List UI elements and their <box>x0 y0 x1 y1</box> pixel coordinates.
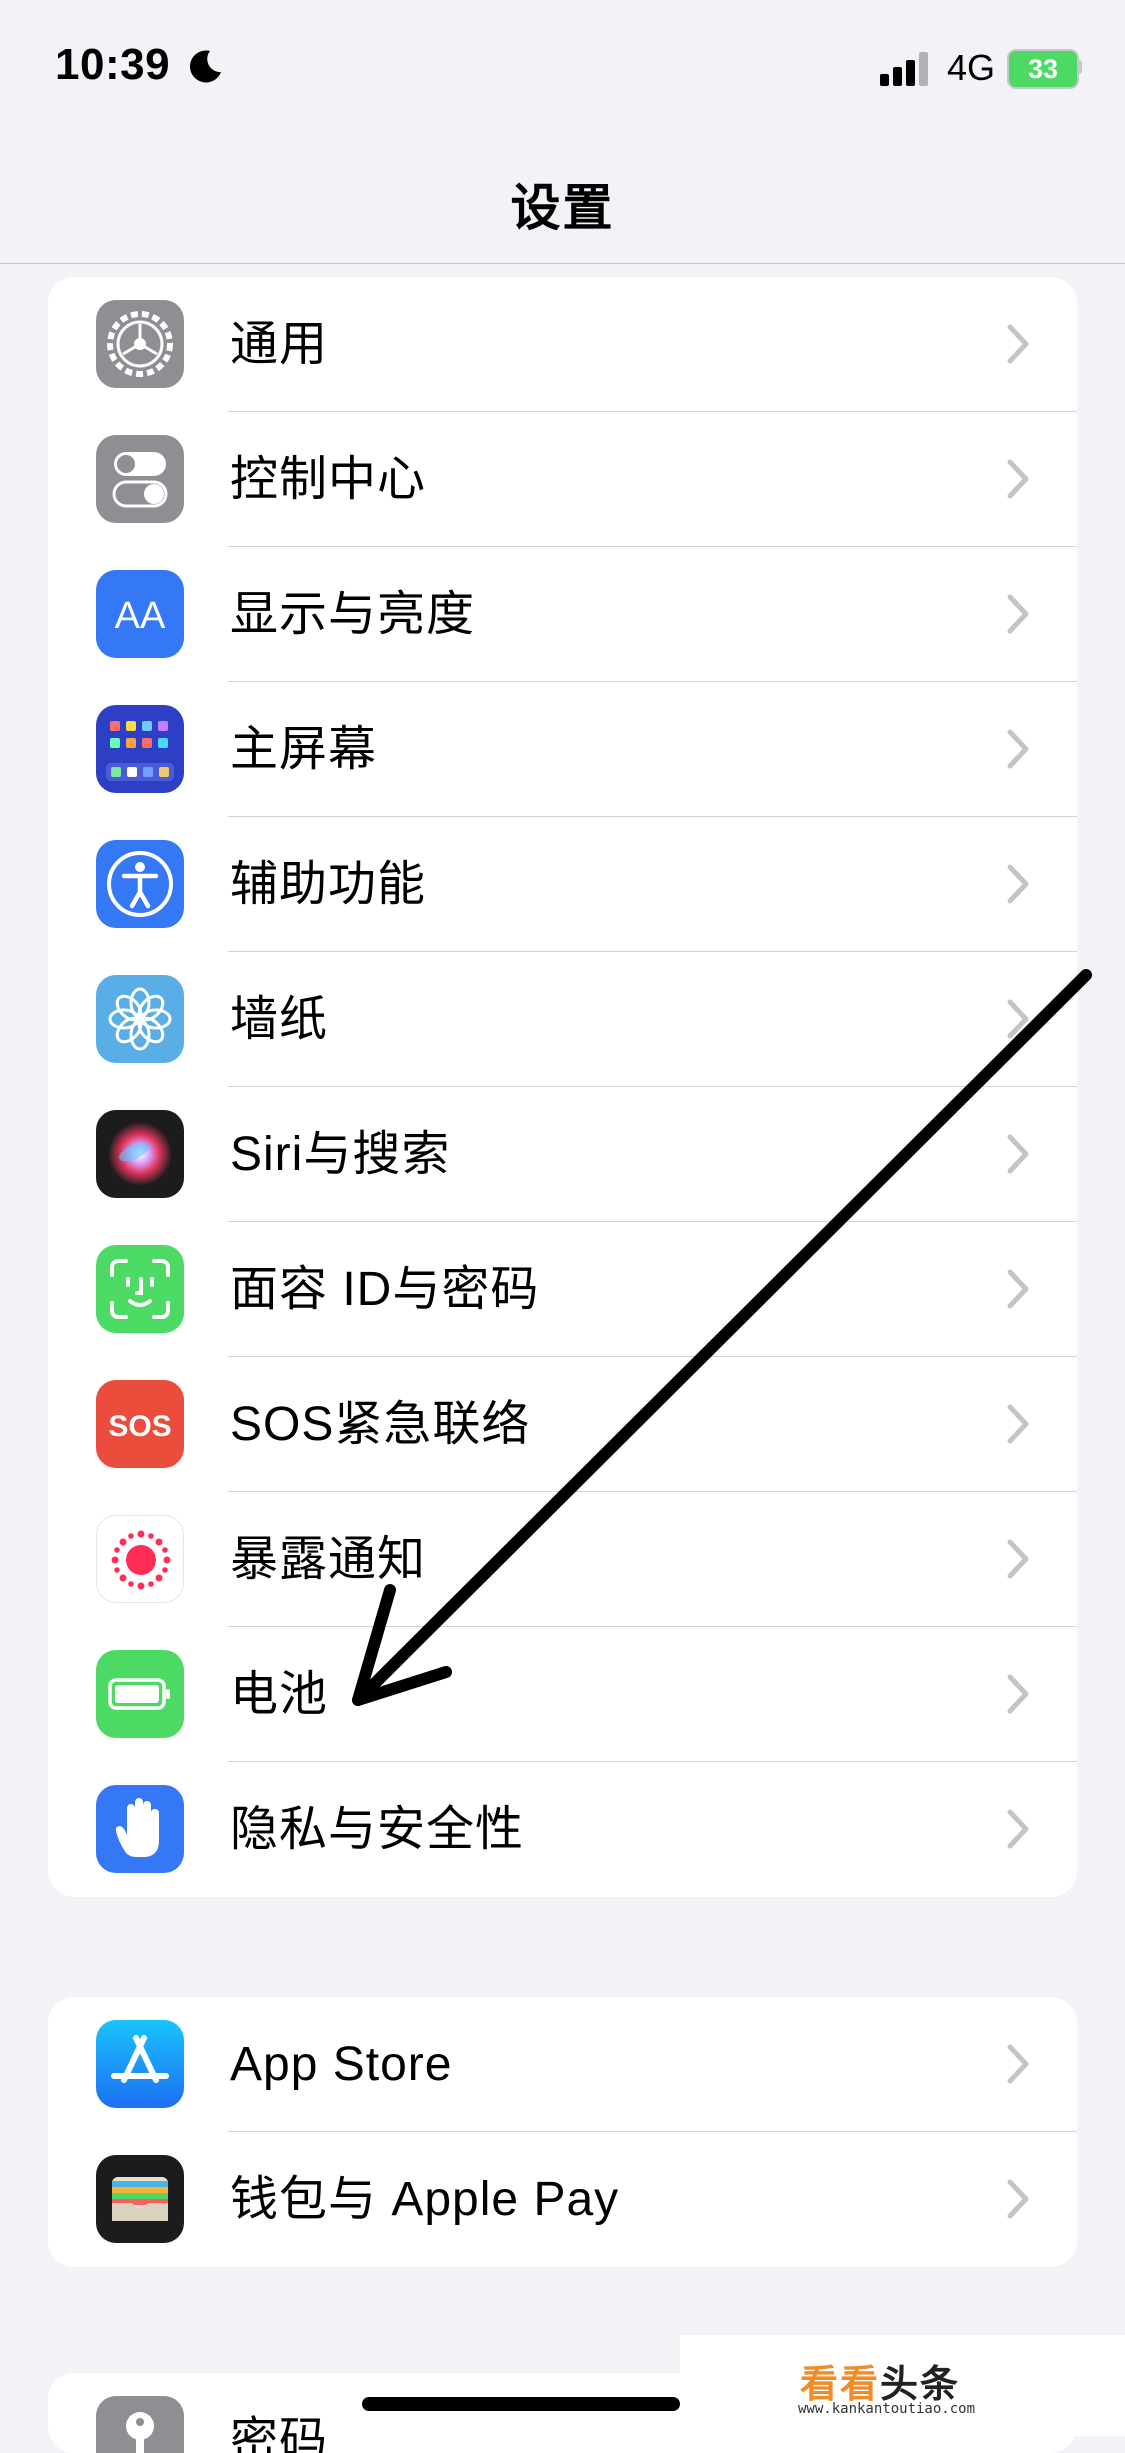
annotation-arrow <box>352 969 1092 1706</box>
watermark: 看看头条 www.kankantoutiao.com <box>680 2335 1125 2436</box>
home-indicator <box>362 2397 680 2411</box>
watermark-url: www.kankantoutiao.com <box>798 2401 976 2417</box>
watermark-title: 看看头条 <box>800 2364 961 2406</box>
